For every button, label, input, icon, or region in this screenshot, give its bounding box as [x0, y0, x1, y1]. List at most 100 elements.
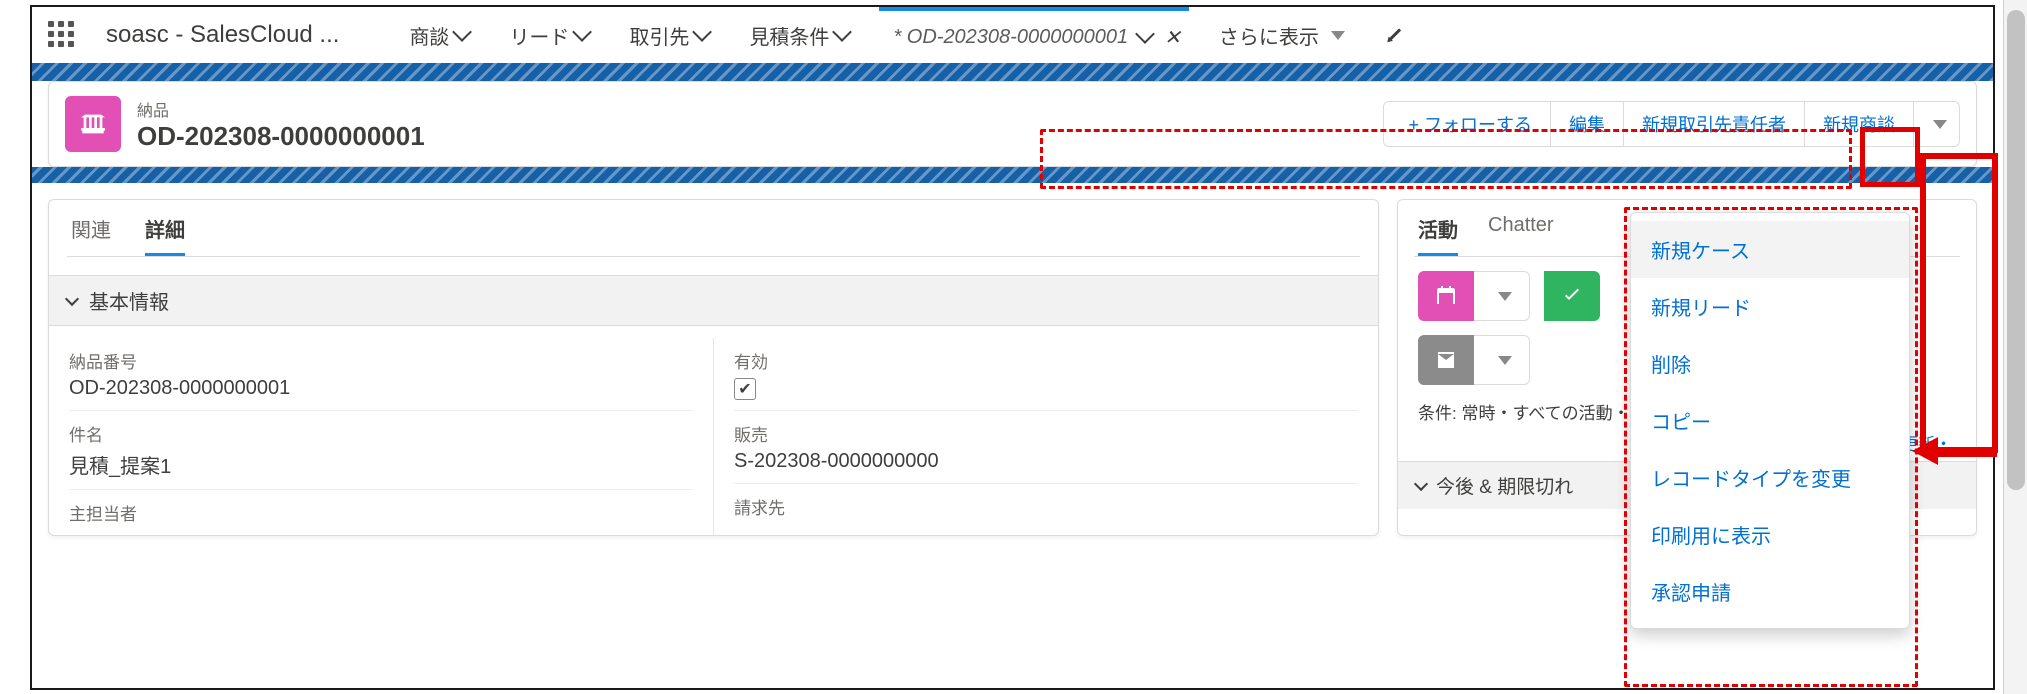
caret-down-icon: [1933, 120, 1947, 129]
record-name: OD-202308-0000000001: [137, 121, 425, 152]
nav-item-lead[interactable]: リード: [499, 7, 599, 63]
field-value: ✔: [734, 377, 1358, 400]
field-subject: 件名 見積_提案1: [69, 411, 693, 490]
quick-action-email: [1418, 335, 1530, 385]
fields-grid: 納品番号 OD-202308-0000000001 件名 見積_提案1 主担当者: [49, 326, 1378, 535]
field-value-link[interactable]: S-202308-0000000000: [734, 450, 1358, 473]
workspace-tab-active[interactable]: * OD-202308-0000000001 ✕: [879, 7, 1188, 63]
task-icon: [1560, 284, 1584, 308]
vertical-scrollbar[interactable]: [2003, 0, 2027, 694]
edit-label: 編集: [1569, 111, 1605, 137]
field-label: 件名: [69, 421, 693, 446]
nav-item-account[interactable]: 取引先: [619, 7, 719, 63]
field-column-right: 有効 ✔ 販売 S-202308-0000000000 請求先: [714, 338, 1378, 535]
dd-item-submit-approval[interactable]: 承認申請: [1631, 563, 1909, 620]
dd-item-copy[interactable]: コピー: [1631, 392, 1909, 449]
field-billto: 請求先: [734, 484, 1358, 529]
nav-more-label: さらに表示: [1219, 21, 1319, 50]
dd-item-print-view[interactable]: 印刷用に表示: [1631, 506, 1909, 563]
scrollbar-thumb[interactable]: [2007, 10, 2025, 490]
nav-label: 商談: [409, 21, 449, 50]
new-task-button[interactable]: [1544, 271, 1600, 321]
app-name[interactable]: soasc - SalesCloud ...: [106, 21, 339, 49]
tabs-underline: [67, 256, 1360, 257]
app-launcher-icon[interactable]: [48, 21, 76, 49]
tab-related[interactable]: 関連: [71, 214, 111, 256]
new-opportunity-label: 新規商談: [1823, 111, 1895, 137]
dd-item-new-lead[interactable]: 新規リード: [1631, 278, 1909, 335]
field-label: 請求先: [734, 494, 1358, 519]
field-active: 有効 ✔: [734, 338, 1358, 411]
new-opportunity-button[interactable]: 新規商談: [1805, 101, 1914, 147]
nav-more[interactable]: さらに表示: [1209, 7, 1355, 63]
chevron-down-icon: [833, 22, 853, 42]
field-label: 有効: [734, 348, 1358, 373]
section-basic: 基本情報 納品番号 OD-202308-0000000001 件名 見積_提案1: [49, 275, 1378, 535]
actions-overflow-button[interactable]: [1914, 101, 1960, 147]
field-column-left: 納品番号 OD-202308-0000000001 件名 見積_提案1 主担当者: [49, 338, 714, 535]
entity-meta: 納品 OD-202308-0000000001: [137, 97, 425, 152]
field-record-number: 納品番号 OD-202308-0000000001: [69, 338, 693, 411]
highlight-actions: + フォローする 編集 新規取引先責任者 新規商談: [1383, 101, 1960, 147]
new-event-dropdown[interactable]: [1474, 271, 1530, 321]
brand-band: [32, 63, 1993, 81]
chevron-down-icon: [65, 291, 79, 305]
brand-band: [32, 167, 1993, 183]
annotation-connector-h-top: [1920, 153, 1996, 159]
top-nav: soasc - SalesCloud ... 商談 リード 取引先 見積条件 *…: [32, 7, 1993, 63]
field-label: 販売: [734, 421, 1358, 446]
nav-label: 見積条件: [749, 21, 829, 50]
field-sales: 販売 S-202308-0000000000: [734, 411, 1358, 484]
quick-action-task: [1544, 271, 1600, 321]
new-event-button[interactable]: [1418, 271, 1474, 321]
tab-details[interactable]: 詳細: [145, 214, 185, 256]
field-value: 見積_提案1: [69, 450, 693, 479]
section-title: 基本情報: [89, 286, 169, 315]
tab-chatter[interactable]: Chatter: [1488, 214, 1554, 256]
edit-button[interactable]: 編集: [1551, 101, 1624, 147]
dd-item-new-case[interactable]: 新規ケース: [1631, 221, 1909, 278]
detail-tabs: 関連 詳細: [49, 200, 1378, 256]
caret-down-icon: [1331, 31, 1345, 40]
annotation-connector-v2: [1992, 153, 1998, 453]
new-contact-button[interactable]: 新規取引先責任者: [1624, 101, 1805, 147]
detail-card: 関連 詳細 基本情報 納品番号 OD-202308-0000000001: [48, 199, 1379, 536]
upcoming-title: 今後 & 期限切れ: [1436, 472, 1573, 499]
chevron-down-icon[interactable]: [1135, 24, 1155, 44]
dd-item-delete[interactable]: 削除: [1631, 335, 1909, 392]
mail-icon: [1434, 348, 1458, 372]
workspace-tab-label: * OD-202308-0000000001: [893, 26, 1128, 49]
section-header[interactable]: 基本情報: [49, 275, 1378, 326]
actions-dropdown-menu: 新規ケース 新規リード 削除 コピー レコードタイプを変更 印刷用に表示 承認申…: [1630, 212, 1910, 629]
field-label: 主担当者: [69, 500, 693, 525]
calendar-icon: [1434, 284, 1458, 308]
quick-action-event: [1418, 271, 1530, 321]
new-contact-label: 新規取引先責任者: [1642, 111, 1786, 137]
entity-icon: [65, 96, 121, 152]
annotation-arrow-icon: [1912, 437, 1938, 465]
nav-item-opportunity[interactable]: 商談: [399, 7, 479, 63]
annotation-connector-v: [1920, 153, 1926, 453]
caret-down-icon: [1498, 356, 1512, 365]
highlight-panel: 納品 OD-202308-0000000001 + フォローする 編集 新規取引…: [48, 81, 1977, 167]
follow-button[interactable]: + フォローする: [1383, 101, 1551, 147]
new-email-button[interactable]: [1418, 335, 1474, 385]
annotation-connector-h-bot: [1937, 447, 1997, 457]
chevron-down-icon: [1414, 476, 1428, 490]
edit-nav-pencil[interactable]: [1375, 7, 1415, 63]
tab-activity[interactable]: 活動: [1418, 214, 1458, 256]
chevron-down-icon: [693, 22, 713, 42]
checkbox-checked-icon: ✔: [734, 378, 756, 400]
nav-item-quote[interactable]: 見積条件: [739, 7, 859, 63]
tab-close-icon[interactable]: ✕: [1164, 25, 1181, 50]
nav-label: 取引先: [629, 21, 689, 50]
follow-label: + フォローする: [1408, 111, 1532, 137]
dd-item-change-record-type[interactable]: レコードタイプを変更: [1631, 449, 1909, 506]
content: 納品 OD-202308-0000000001 + フォローする 編集 新規取引…: [32, 81, 1993, 167]
new-email-dropdown[interactable]: [1474, 335, 1530, 385]
chevron-down-icon: [573, 22, 593, 42]
app-frame: soasc - SalesCloud ... 商談 リード 取引先 見積条件 *…: [30, 5, 1995, 690]
pencil-icon: [1385, 25, 1405, 45]
field-value: OD-202308-0000000001: [69, 377, 693, 400]
field-label: 納品番号: [69, 348, 693, 373]
